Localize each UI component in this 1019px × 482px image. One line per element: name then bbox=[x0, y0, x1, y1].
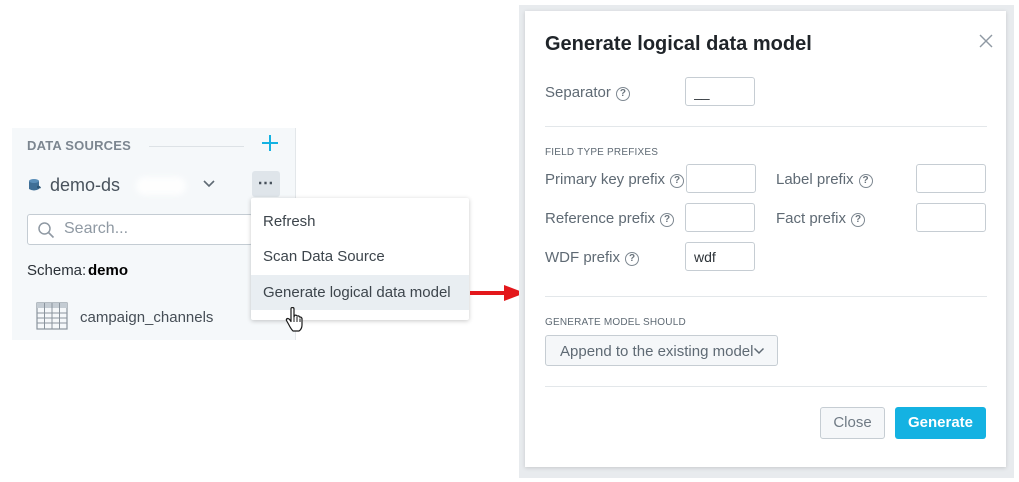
generate-model-dialog: Generate logical data model Separator? F… bbox=[525, 11, 1006, 467]
section-divider bbox=[545, 296, 987, 297]
context-menu: Refresh Scan Data Source Generate logica… bbox=[251, 198, 469, 320]
search-field[interactable] bbox=[27, 214, 253, 245]
more-options-button[interactable]: ⋯ bbox=[252, 171, 280, 197]
generate-model-should-title: GENERATE MODEL SHOULD bbox=[545, 317, 686, 328]
question-circle-icon[interactable]: ? bbox=[615, 87, 630, 101]
menu-item-generate-logical-data-model[interactable]: Generate logical data model bbox=[251, 275, 469, 310]
question-circle-icon[interactable]: ? bbox=[660, 213, 675, 227]
red-arrow-right bbox=[470, 285, 525, 301]
generate-mode-select[interactable]: Append to the existing model bbox=[545, 335, 778, 366]
primary-key-label: Primary key prefix bbox=[545, 171, 666, 188]
label-prefix-field[interactable] bbox=[916, 164, 986, 193]
close-button[interactable]: Close bbox=[820, 407, 885, 439]
schema-value: demo bbox=[88, 262, 129, 279]
plus-icon[interactable] bbox=[260, 133, 280, 153]
reference-prefix-field[interactable] bbox=[685, 203, 755, 232]
question-circle-icon[interactable]: ? bbox=[858, 174, 873, 188]
label-prefix-label-wrap: Label prefix? bbox=[776, 171, 873, 188]
fact-label-wrap: Fact prefix? bbox=[776, 210, 866, 227]
search-input[interactable] bbox=[64, 219, 244, 239]
schema-label: Schema: bbox=[27, 262, 87, 279]
label-prefix-label: Label prefix bbox=[776, 171, 854, 188]
fact-prefix-label: Fact prefix bbox=[776, 210, 847, 227]
fact-prefix-field[interactable] bbox=[916, 203, 986, 232]
close-icon[interactable] bbox=[978, 33, 994, 49]
datasource-name: demo-ds bbox=[50, 175, 121, 195]
table-icon bbox=[36, 302, 68, 330]
data-sources-heading: DATA SOURCES bbox=[27, 138, 131, 153]
hand-pointer-icon bbox=[285, 307, 303, 332]
question-circle-icon[interactable]: ? bbox=[625, 252, 639, 266]
table-item-campaign-channels[interactable]: campaign_channels bbox=[80, 309, 213, 326]
chevron-down-icon bbox=[753, 347, 765, 355]
separator-label-wrap: Separator? bbox=[545, 84, 630, 101]
section-divider bbox=[545, 386, 987, 387]
primary-key-prefix-field[interactable] bbox=[686, 164, 756, 193]
field-type-prefixes-title: FIELD TYPE PREFIXES bbox=[545, 147, 659, 158]
menu-item-scan-data-source[interactable]: Scan Data Source bbox=[251, 239, 469, 274]
reference-label-wrap: Reference prefix? bbox=[545, 210, 675, 227]
question-circle-icon[interactable]: ? bbox=[670, 174, 685, 188]
more-options-label: ⋯ bbox=[257, 175, 275, 192]
wdf-prefix-label: WDF prefix bbox=[545, 249, 620, 266]
primary-key-label-wrap: Primary key prefix? bbox=[545, 171, 685, 188]
question-circle-icon[interactable]: ? bbox=[851, 213, 866, 227]
separator-field[interactable] bbox=[685, 77, 755, 106]
dialog-title: Generate logical data model bbox=[545, 33, 812, 55]
heading-divider bbox=[149, 146, 244, 147]
redacted-blur bbox=[136, 177, 186, 195]
search-icon bbox=[38, 222, 55, 239]
section-divider bbox=[545, 126, 987, 127]
chevron-down-icon[interactable] bbox=[202, 179, 216, 189]
generate-button[interactable]: Generate bbox=[895, 407, 986, 439]
wdf-prefix-field[interactable] bbox=[685, 242, 755, 271]
database-icon bbox=[29, 179, 41, 191]
generate-mode-value: Append to the existing model bbox=[560, 343, 754, 360]
separator-label: Separator bbox=[545, 84, 611, 101]
reference-prefix-label: Reference prefix bbox=[545, 210, 656, 227]
menu-item-refresh[interactable]: Refresh bbox=[251, 204, 469, 239]
datasource-selector[interactable]: demo-ds bbox=[26, 172, 276, 198]
wdf-label-wrap: WDF prefix? bbox=[545, 249, 639, 266]
